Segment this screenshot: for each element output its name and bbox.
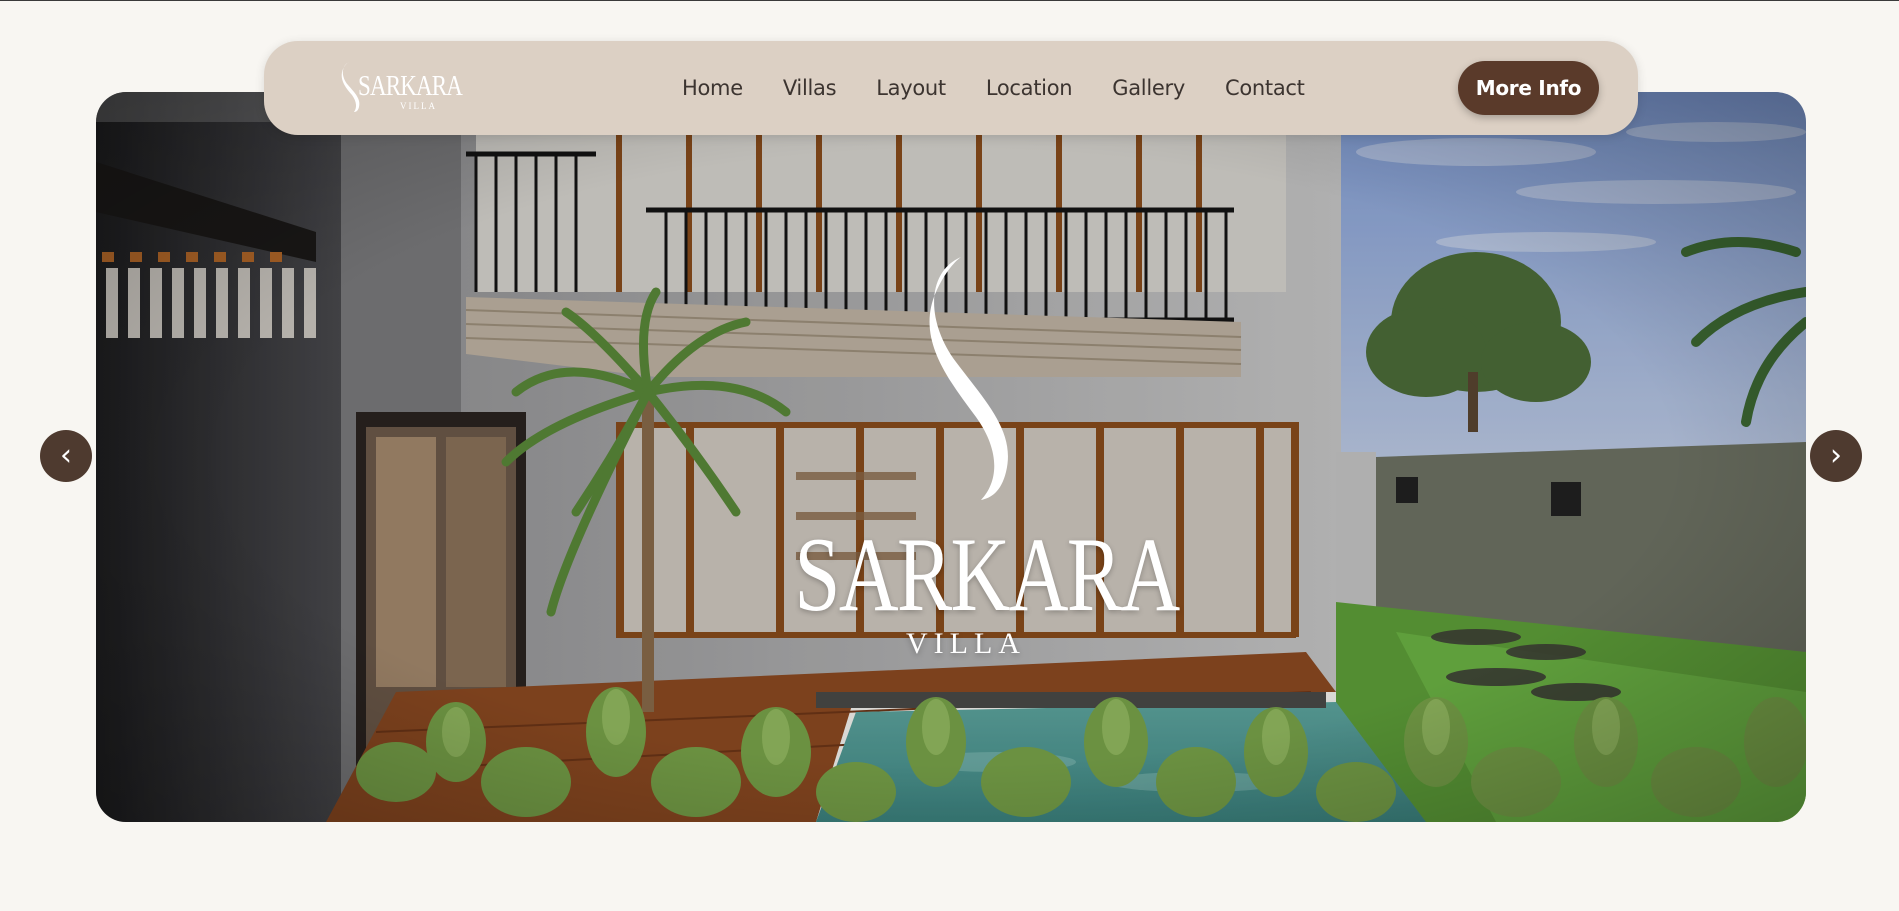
chevron-right-icon[interactable]: › bbox=[1810, 430, 1862, 482]
top-border bbox=[0, 0, 1899, 1]
more-info-button[interactable]: More Info bbox=[1458, 61, 1599, 115]
nav-links: Home Villas Layout Location Gallery Cont… bbox=[662, 41, 1325, 135]
hero-logo: SARKARA VILLA bbox=[746, 252, 1186, 672]
nav-link-gallery[interactable]: Gallery bbox=[1092, 76, 1205, 100]
nav-link-villas[interactable]: Villas bbox=[763, 76, 856, 100]
nav-link-location[interactable]: Location bbox=[966, 76, 1092, 100]
hero-brand-name: SARKARA bbox=[794, 516, 1180, 633]
hero-slider: SARKARA VILLA bbox=[96, 92, 1806, 822]
s-mark-icon bbox=[929, 257, 1008, 500]
nav-logo-wordmark: SARKARA bbox=[358, 71, 463, 102]
hero-brand-subtitle: VILLA bbox=[906, 627, 1026, 660]
chevron-left-icon[interactable]: ‹ bbox=[40, 430, 92, 482]
navbar: SARKARA VILLA Home Villas Layout Locatio… bbox=[264, 41, 1638, 135]
nav-logo[interactable]: SARKARA VILLA bbox=[338, 61, 463, 113]
nav-link-home[interactable]: Home bbox=[662, 76, 763, 100]
nav-link-layout[interactable]: Layout bbox=[856, 76, 966, 100]
nav-logo-subtitle: VILLA bbox=[400, 101, 437, 111]
nav-link-contact[interactable]: Contact bbox=[1205, 76, 1325, 100]
